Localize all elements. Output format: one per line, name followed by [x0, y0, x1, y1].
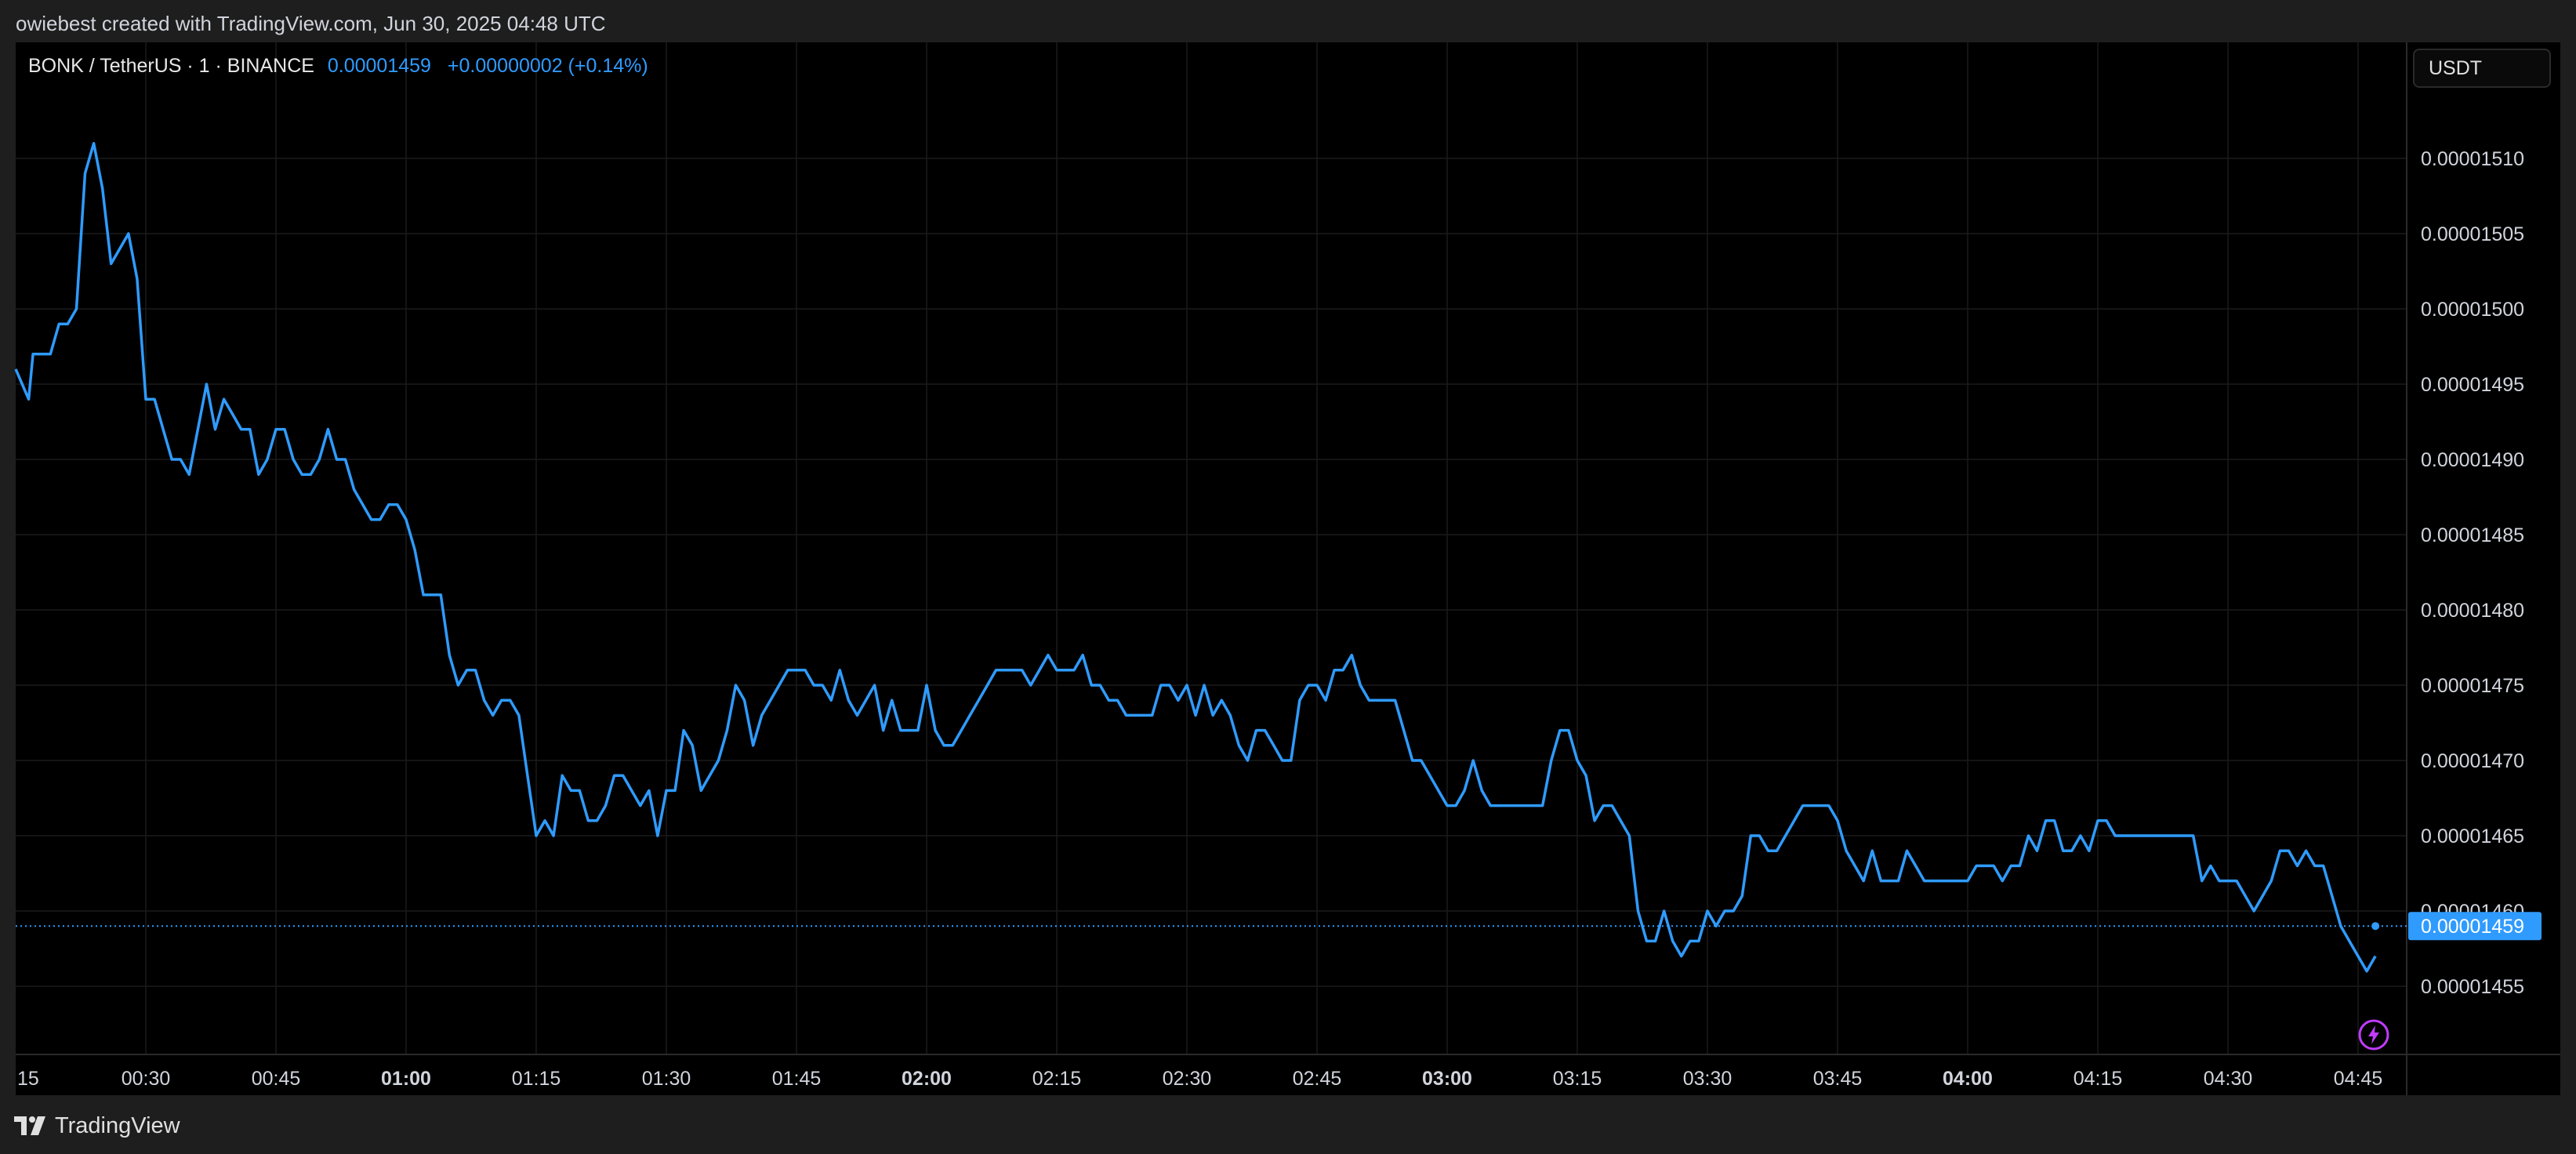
y-tick-label: 0.00001465: [2421, 826, 2524, 847]
price-line: [14, 142, 2377, 973]
x-tick-label: 04:45: [2334, 1068, 2383, 1090]
y-tick-label: 0.00001455: [2421, 976, 2524, 998]
x-tick-label: 03:15: [1553, 1068, 1602, 1090]
x-tick-label: 03:30: [1683, 1068, 1732, 1090]
symbol-name[interactable]: BONK / TetherUS · 1 · BINANCE: [28, 55, 314, 77]
price-change: +0.00000002 (+0.14%): [447, 55, 648, 77]
x-tick-label: 15: [17, 1068, 39, 1090]
brand-name: TradingView: [55, 1112, 180, 1138]
last-price: 0.00001459: [327, 55, 431, 77]
x-tick-label: 00:45: [252, 1068, 301, 1090]
y-tick-label: 0.00001490: [2421, 449, 2524, 471]
y-tick-label: 0.00001475: [2421, 675, 2524, 697]
tradingview-logo-icon: [14, 1116, 45, 1135]
symbol-legend[interactable]: BONK / TetherUS · 1 · BINANCE 0.00001459…: [28, 55, 648, 78]
currency-button[interactable]: USDT: [2413, 49, 2551, 88]
x-tick-label: 04:15: [2073, 1068, 2123, 1090]
x-tick-label: 04:30: [2204, 1068, 2253, 1090]
y-tick-label: 0.00001485: [2421, 524, 2524, 546]
x-tick-label: 01:30: [642, 1068, 691, 1090]
footer-bar: [0, 1095, 2576, 1154]
x-tick-label: 00:30: [122, 1068, 171, 1090]
tradingview-logo[interactable]: TradingView: [14, 1112, 180, 1139]
x-tick-label: 04:00: [1943, 1068, 1993, 1090]
price-chart[interactable]: 0.000014550.000014600.000014650.00001470…: [0, 0, 2576, 1154]
grid: [16, 42, 2407, 1054]
x-tick-label: 01:15: [512, 1068, 561, 1090]
x-tick-label: 02:45: [1293, 1068, 1342, 1090]
x-tick-label: 02:00: [902, 1068, 952, 1090]
y-tick-label: 0.00001505: [2421, 223, 2524, 245]
y-tick-label: 0.00001470: [2421, 750, 2524, 772]
x-tick-label: 03:00: [1422, 1068, 1472, 1090]
y-tick-label: 0.00001500: [2421, 299, 2524, 321]
price-series: [14, 142, 2380, 973]
y-tick-label: 0.00001510: [2421, 148, 2524, 170]
y-tick-label: 0.00001495: [2421, 374, 2524, 396]
last-price-label-group: 0.00001459: [16, 912, 2542, 941]
lightning-icon[interactable]: [2356, 1018, 2391, 1052]
x-tick-label: 03:45: [1813, 1068, 1863, 1090]
axes: 0.000014550.000014600.000014650.00001470…: [16, 42, 2560, 1095]
x-tick-label: 02:30: [1163, 1068, 1212, 1090]
x-tick-label: 01:45: [772, 1068, 822, 1090]
x-tick-label: 02:15: [1032, 1068, 1082, 1090]
x-tick-label: 01:00: [381, 1068, 431, 1090]
last-price-label: 0.00001459: [2421, 916, 2524, 938]
y-tick-label: 0.00001480: [2421, 600, 2524, 622]
